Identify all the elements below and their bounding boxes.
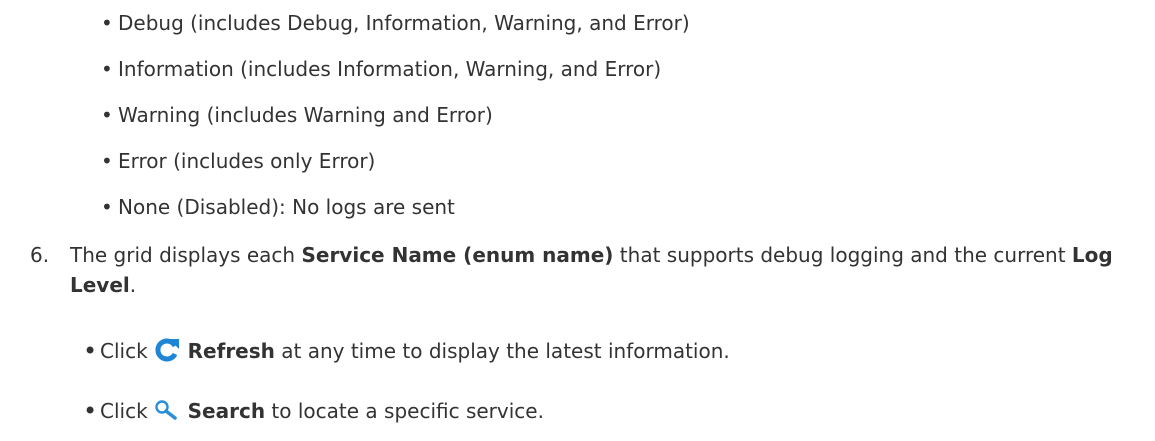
log-level-warning: Warning (includes Warning and Error) [118,103,493,127]
log-level-list: • Debug (includes Debug, Information, War… [101,0,690,230]
step-number: 6. [30,243,50,267]
search-label: Search [187,399,266,423]
search-icon [154,400,180,430]
refresh-label: Refresh [187,339,275,363]
list-item: • Information (includes Information, Warn… [101,46,690,92]
list-item: • Error (includes only Error) [101,138,690,184]
search-instruction: • Click Search to locate a specific servi… [83,396,544,430]
step-text: The grid displays each Service Name (enu… [70,243,1113,297]
log-level-debug: Debug (includes Debug, Information, Warn… [118,11,690,35]
bullet-dot: • [83,397,98,425]
list-item: • Warning (includes Warning and Error) [101,92,690,138]
bullet-dot: • [101,149,113,173]
bullet-dot: • [101,11,113,35]
log-level-none: None (Disabled): No logs are sent [118,195,455,219]
log-level-error: Error (includes only Error) [118,149,376,173]
list-item: • Debug (includes Debug, Information, War… [101,0,690,46]
refresh-icon [154,338,180,370]
service-name-term: Service Name (enum name) [301,243,614,267]
refresh-instruction: • Click Refresh at any time to display th… [83,336,730,370]
bullet-dot: • [101,103,113,127]
list-item: • None (Disabled): No logs are sent [101,184,690,230]
document-page: • Debug (includes Debug, Information, War… [0,0,1155,441]
log-level-information: Information (includes Information, Warni… [118,57,662,81]
bullet-dot: • [101,195,113,219]
bullet-dot: • [101,57,113,81]
bullet-dot: • [83,337,98,365]
